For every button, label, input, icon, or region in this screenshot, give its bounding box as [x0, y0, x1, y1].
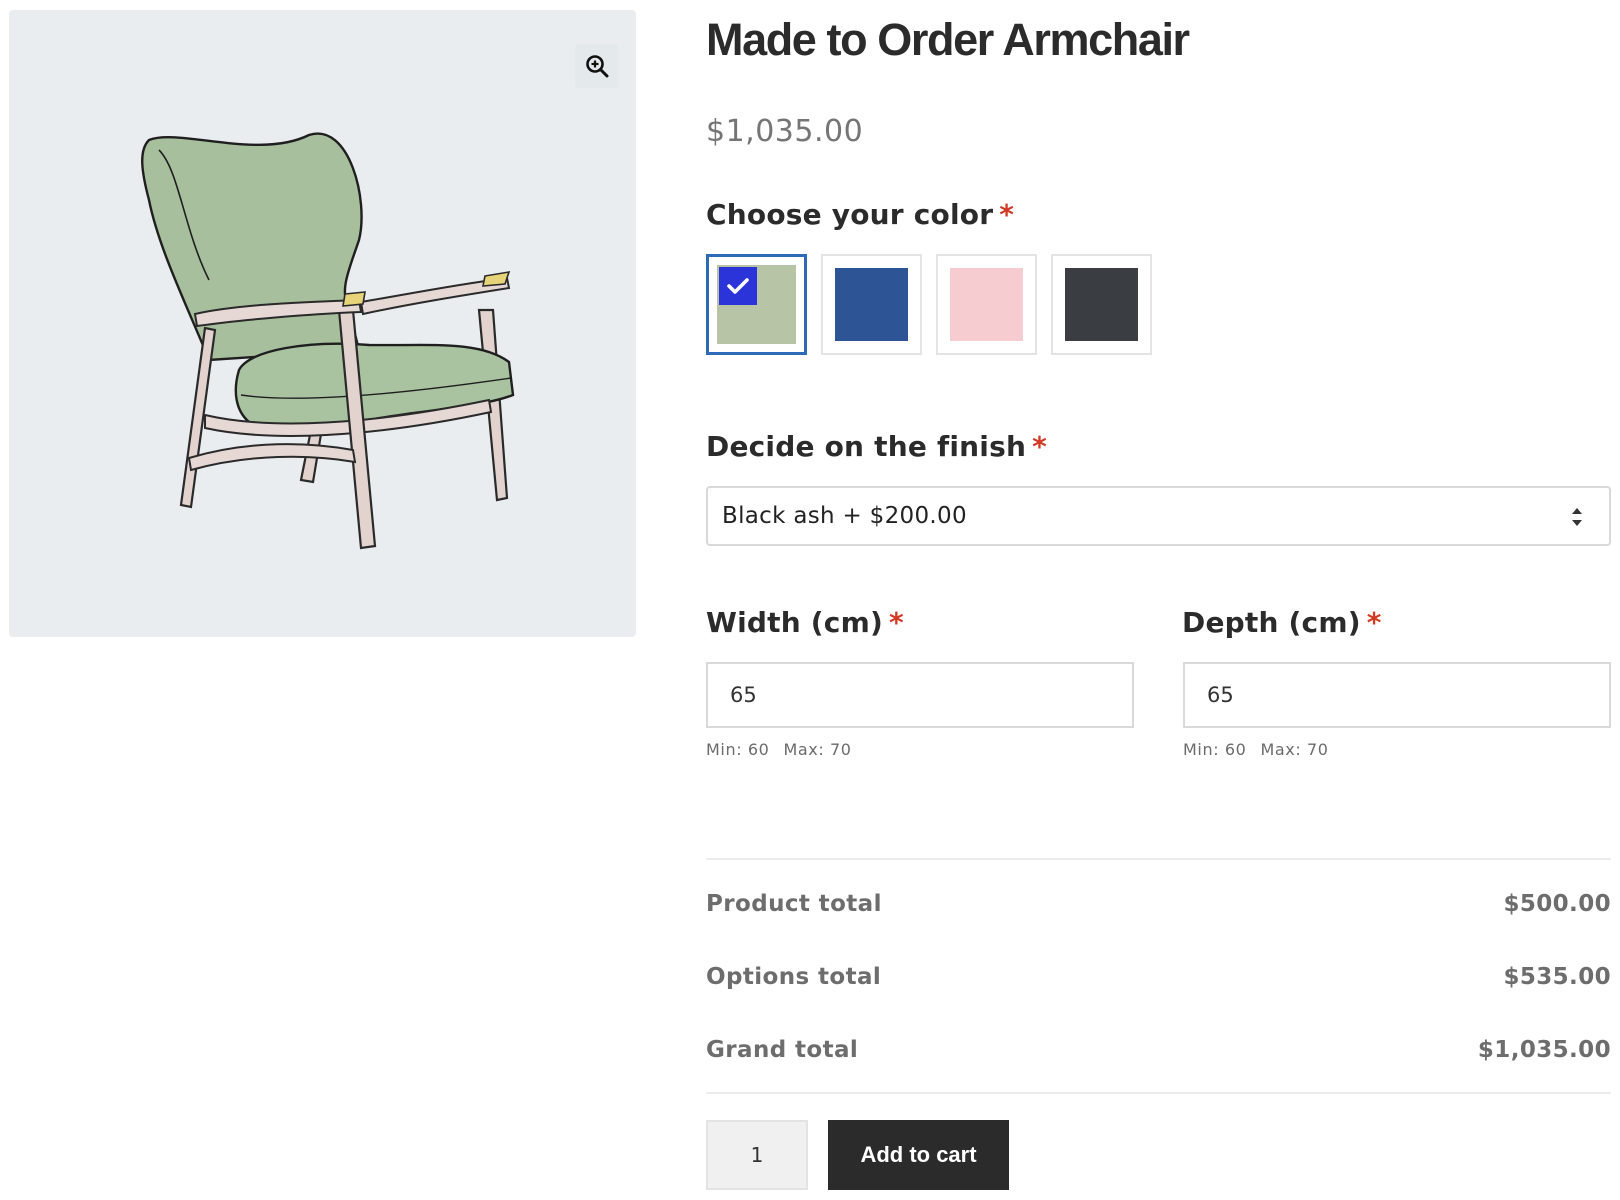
- width-label: Width (cm) *: [706, 606, 904, 639]
- grand-total-value: $1,035.00: [1477, 1037, 1611, 1063]
- finish-select[interactable]: Black ash + $200.00: [706, 486, 1611, 546]
- width-value: 65: [730, 683, 757, 707]
- divider: [706, 858, 1611, 860]
- color-label-text: Choose your color: [706, 198, 994, 231]
- quantity-input[interactable]: 1: [706, 1120, 808, 1190]
- grand-total-label: Grand total: [706, 1037, 859, 1063]
- divider: [706, 1092, 1611, 1094]
- depth-hint: Min: 60 Max: 70: [1183, 740, 1329, 759]
- color-swatch-pink[interactable]: [936, 254, 1037, 355]
- finish-label-text: Decide on the finish: [706, 430, 1027, 463]
- finish-label: Decide on the finish *: [706, 430, 1047, 463]
- options-total-value: $535.00: [1503, 964, 1611, 990]
- product-image[interactable]: [9, 10, 636, 637]
- width-hint: Min: 60 Max: 70: [706, 740, 852, 759]
- color-swatch-charcoal[interactable]: [1051, 254, 1152, 355]
- finish-selected-value: Black ash + $200.00: [722, 503, 967, 529]
- color-swatch-green[interactable]: [706, 254, 807, 355]
- quantity-value: 1: [750, 1143, 764, 1167]
- required-mark: *: [888, 606, 904, 639]
- product-total-label: Product total: [706, 891, 882, 917]
- swatch-fill: [1065, 268, 1138, 341]
- required-mark: *: [1366, 606, 1382, 639]
- product-total-value: $500.00: [1503, 891, 1611, 917]
- depth-label: Depth (cm) *: [1182, 606, 1382, 639]
- width-min: Min: 60: [706, 740, 770, 759]
- color-swatch-blue[interactable]: [821, 254, 922, 355]
- required-mark: *: [1032, 430, 1047, 463]
- product-title: Made to Order Armchair: [706, 14, 1190, 65]
- color-label: Choose your color *: [706, 198, 1014, 231]
- depth-value: 65: [1207, 683, 1234, 707]
- zoom-in-icon: [586, 55, 609, 78]
- options-total-row: Options total $535.00: [706, 957, 1611, 997]
- options-total-label: Options total: [706, 964, 882, 990]
- required-mark: *: [999, 198, 1015, 231]
- product-price: $1,035.00: [706, 114, 864, 149]
- grand-total-row: Grand total $1,035.00: [706, 1030, 1611, 1070]
- zoom-button[interactable]: [575, 44, 619, 88]
- depth-label-text: Depth (cm): [1182, 606, 1361, 639]
- armchair-illustration: [141, 132, 515, 550]
- select-arrows-icon: [1572, 508, 1582, 526]
- depth-max: Max: 70: [1260, 740, 1329, 759]
- swatch-fill: [950, 268, 1023, 341]
- check-icon: [719, 267, 757, 305]
- depth-input[interactable]: 65: [1183, 662, 1611, 728]
- width-label-text: Width (cm): [706, 606, 883, 639]
- width-max: Max: 70: [783, 740, 852, 759]
- width-input[interactable]: 65: [706, 662, 1134, 728]
- add-to-cart-button[interactable]: Add to cart: [828, 1120, 1009, 1190]
- product-total-row: Product total $500.00: [706, 884, 1611, 924]
- depth-min: Min: 60: [1183, 740, 1247, 759]
- swatch-fill: [835, 268, 908, 341]
